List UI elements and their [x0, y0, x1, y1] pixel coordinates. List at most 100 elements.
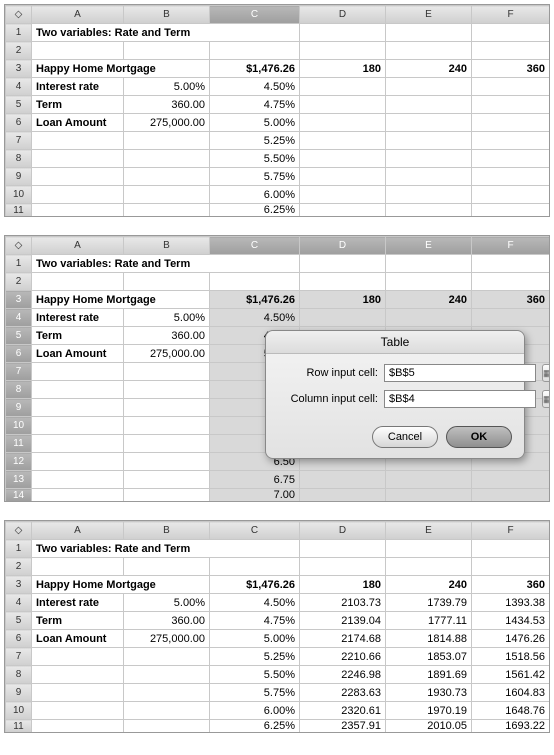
row-header[interactable]: 8 — [6, 150, 32, 168]
col-header-F[interactable]: F — [472, 522, 550, 540]
cell[interactable] — [124, 648, 210, 666]
cell[interactable]: 1853.07 — [386, 648, 472, 666]
cell[interactable]: 240 — [386, 576, 472, 594]
cell[interactable]: Term — [32, 612, 124, 630]
cell[interactable]: 5.00% — [210, 114, 300, 132]
row-header[interactable]: 8 — [6, 381, 32, 399]
cell[interactable] — [472, 150, 550, 168]
cell[interactable]: 5.75% — [210, 684, 300, 702]
cell[interactable]: 4.50% — [210, 78, 300, 96]
title-cell[interactable]: Two variables: Rate and Term — [32, 255, 300, 273]
select-all-corner[interactable]: ◇ — [6, 522, 32, 540]
row-header[interactable]: 10 — [6, 417, 32, 435]
cell[interactable]: 5.00% — [124, 309, 210, 327]
col-header-D[interactable]: D — [300, 6, 386, 24]
cell[interactable]: 360 — [472, 291, 550, 309]
cell[interactable]: 1518.56 — [472, 648, 550, 666]
cell[interactable]: 360.00 — [124, 612, 210, 630]
col-header-C[interactable]: C — [210, 6, 300, 24]
row-header[interactable]: 2 — [6, 42, 32, 60]
cell[interactable]: 1891.69 — [386, 666, 472, 684]
cell[interactable] — [124, 489, 210, 502]
cell[interactable]: 7.00 — [210, 489, 300, 502]
cell[interactable] — [386, 471, 472, 489]
cell[interactable]: 180 — [300, 60, 386, 78]
cell[interactable]: 5.25% — [210, 132, 300, 150]
cell[interactable]: 4.50% — [210, 594, 300, 612]
cell[interactable] — [32, 702, 124, 720]
cell[interactable]: 6.75 — [210, 471, 300, 489]
row-header[interactable]: 6 — [6, 114, 32, 132]
cell[interactable]: 240 — [386, 291, 472, 309]
row-header[interactable]: 4 — [6, 309, 32, 327]
cell[interactable]: 1434.53 — [472, 612, 550, 630]
cell[interactable]: Loan Amount — [32, 630, 124, 648]
cell[interactable]: $1,476.26 — [210, 291, 300, 309]
cell[interactable] — [32, 453, 124, 471]
cell[interactable] — [124, 150, 210, 168]
cell[interactable]: Happy Home Mortgage — [32, 60, 210, 78]
row-header[interactable]: 11 — [6, 204, 32, 217]
cell[interactable] — [386, 309, 472, 327]
cell[interactable] — [124, 702, 210, 720]
row-header[interactable]: 7 — [6, 132, 32, 150]
cell[interactable]: 5.50% — [210, 666, 300, 684]
cell[interactable]: $1,476.26 — [210, 60, 300, 78]
cell[interactable]: 5.50% — [210, 150, 300, 168]
cell[interactable]: 2283.63 — [300, 684, 386, 702]
cell[interactable] — [386, 168, 472, 186]
cell[interactable]: 360.00 — [124, 96, 210, 114]
cell[interactable] — [32, 435, 124, 453]
cell[interactable] — [32, 489, 124, 502]
cell[interactable]: Interest rate — [32, 78, 124, 96]
cell[interactable] — [300, 309, 386, 327]
row-header[interactable]: 10 — [6, 186, 32, 204]
cell[interactable] — [124, 204, 210, 217]
row-header[interactable]: 5 — [6, 327, 32, 345]
col-header-D[interactable]: D — [300, 522, 386, 540]
cell[interactable] — [472, 186, 550, 204]
row-header[interactable]: 3 — [6, 291, 32, 309]
col-header-E[interactable]: E — [386, 237, 472, 255]
cell[interactable]: 5.00% — [124, 78, 210, 96]
cell[interactable]: 4.50% — [210, 309, 300, 327]
cell[interactable] — [124, 417, 210, 435]
cell[interactable] — [300, 114, 386, 132]
cell[interactable] — [472, 114, 550, 132]
cell[interactable]: 1604.83 — [472, 684, 550, 702]
row-header[interactable]: 6 — [6, 630, 32, 648]
cell[interactable] — [32, 648, 124, 666]
cell[interactable] — [32, 363, 124, 381]
row-header[interactable]: 9 — [6, 399, 32, 417]
column-ref-picker-icon[interactable]: ▦ — [542, 390, 550, 408]
row-header[interactable]: 9 — [6, 684, 32, 702]
cell[interactable]: 1648.76 — [472, 702, 550, 720]
cell[interactable]: 275,000.00 — [124, 345, 210, 363]
cell[interactable] — [124, 381, 210, 399]
cell[interactable] — [124, 132, 210, 150]
cell[interactable]: 2320.61 — [300, 702, 386, 720]
cell[interactable] — [472, 309, 550, 327]
col-header-C[interactable]: C — [210, 522, 300, 540]
cell[interactable]: Loan Amount — [32, 345, 124, 363]
cell[interactable] — [386, 186, 472, 204]
row-header[interactable]: 4 — [6, 78, 32, 96]
cell[interactable]: 2246.98 — [300, 666, 386, 684]
cell[interactable] — [300, 204, 386, 217]
row-header[interactable]: 7 — [6, 363, 32, 381]
cell[interactable]: 1393.38 — [472, 594, 550, 612]
cell[interactable] — [124, 363, 210, 381]
cell[interactable] — [386, 78, 472, 96]
cell[interactable]: 1814.88 — [386, 630, 472, 648]
row-header[interactable]: 2 — [6, 273, 32, 291]
cell[interactable] — [472, 471, 550, 489]
row-header[interactable]: 12 — [6, 453, 32, 471]
cell[interactable] — [300, 132, 386, 150]
row-header[interactable]: 1 — [6, 255, 32, 273]
row-ref-picker-icon[interactable]: ▦ — [542, 364, 550, 382]
cell[interactable]: Interest rate — [32, 594, 124, 612]
cell[interactable] — [472, 204, 550, 217]
grid[interactable]: ◇ A B C D E F 1 Two variables: Rate and … — [5, 521, 550, 732]
cell[interactable]: 2139.04 — [300, 612, 386, 630]
cell[interactable] — [386, 132, 472, 150]
